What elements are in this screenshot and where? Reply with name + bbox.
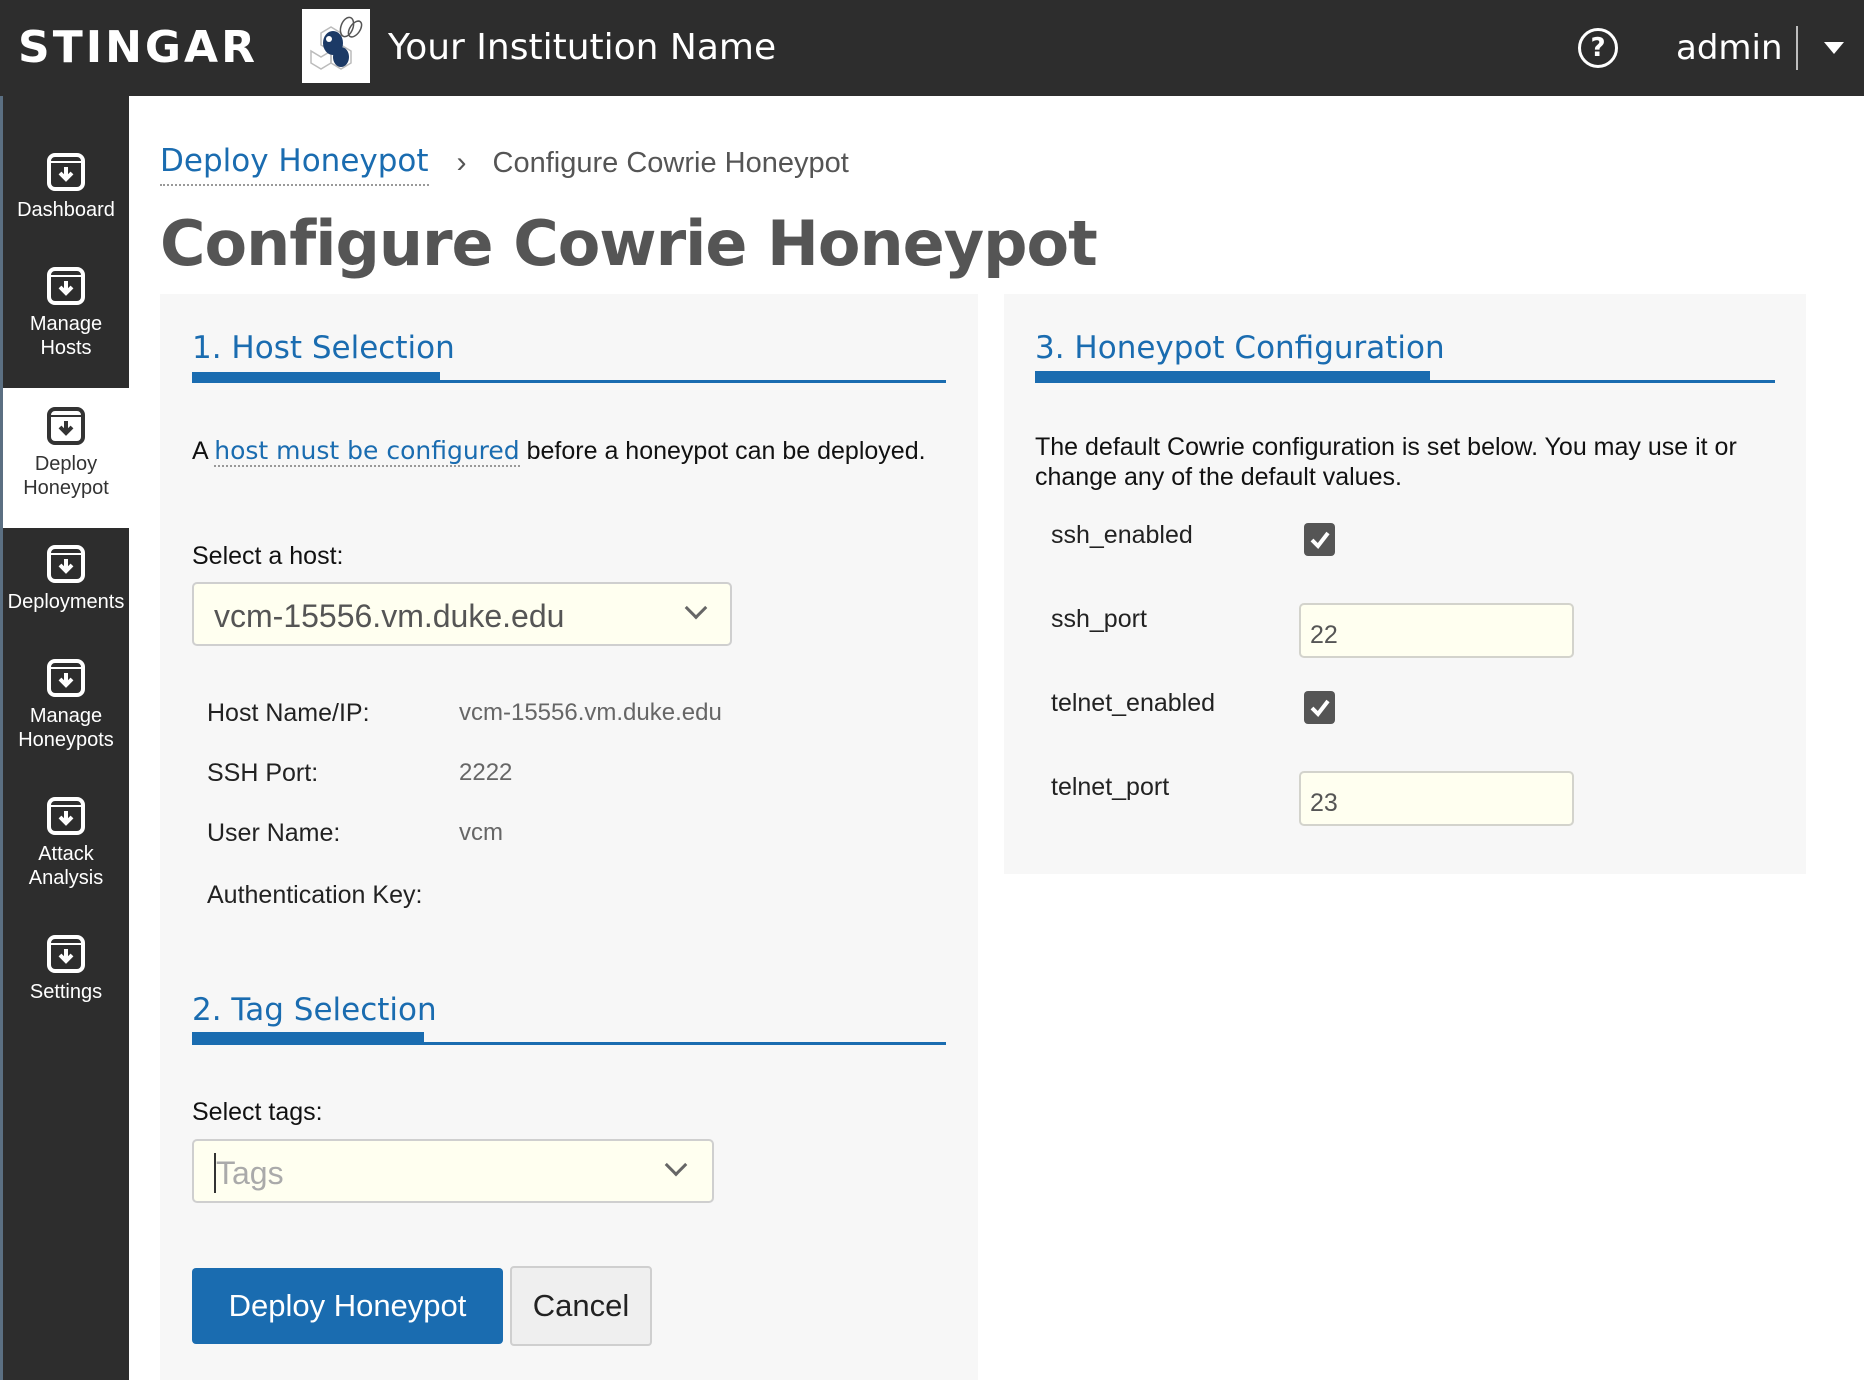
sidebar-nav: Dashboard Manage Hosts Deploy Honeypot D…	[0, 96, 129, 1380]
sidebar-item-label: Manage Hosts	[29, 313, 103, 359]
telnet-enabled-checkbox[interactable]	[1304, 691, 1335, 724]
institution-name: Your Institution Name	[388, 27, 777, 68]
select-host-label: Select a host:	[192, 542, 344, 570]
archive-download-icon	[47, 267, 85, 305]
sidebar-item-label: Settings	[29, 981, 103, 1003]
sidebar-item-label: Dashboard	[17, 199, 115, 221]
sidebar-item-deployments[interactable]: Deployments	[3, 544, 129, 624]
select-tags-label: Select tags:	[192, 1098, 323, 1126]
archive-download-icon	[47, 407, 85, 445]
sidebar-item-deploy-honeypot[interactable]: Deploy Honeypot	[3, 388, 129, 528]
deploy-honeypot-button[interactable]: Deploy Honeypot	[192, 1268, 503, 1344]
sidebar-item-manage-hosts[interactable]: Manage Hosts	[3, 266, 129, 376]
checkmark-icon	[1310, 699, 1330, 717]
host-selection-heading: 1. Host Selection	[192, 330, 455, 366]
sidebar-item-label: Manage Honeypots	[18, 705, 114, 751]
checkmark-icon	[1310, 531, 1330, 549]
tag-selection-heading: 2. Tag Selection	[192, 992, 437, 1028]
sidebar-item-label: Attack Analysis	[28, 843, 104, 889]
brand-logo-text[interactable]: STINGAR	[18, 24, 258, 72]
config-field-label: telnet_port	[1051, 773, 1170, 801]
sidebar-item-dashboard[interactable]: Dashboard	[3, 152, 129, 232]
top-navbar: STINGAR Your Institution Name ? admin	[0, 0, 1864, 96]
archive-download-icon	[47, 659, 85, 697]
ssh-port-input[interactable]	[1299, 603, 1574, 658]
breadcrumb: Deploy Honeypot › Configure Cowrie Honey…	[160, 140, 849, 186]
archive-download-icon	[47, 545, 85, 583]
archive-download-icon	[47, 935, 85, 973]
sidebar-item-manage-honeypots[interactable]: Manage Honeypots	[3, 658, 129, 768]
detail-label: SSH Port:	[207, 759, 319, 787]
detail-value: vcm	[459, 819, 503, 846]
host-notice: A host must be configured before a honey…	[192, 436, 926, 467]
help-question-icon[interactable]: ?	[1578, 28, 1618, 68]
notice-suffix: before a honeypot can be deployed.	[526, 437, 926, 465]
user-menu-name[interactable]: admin	[1676, 26, 1783, 70]
detail-label: Authentication Key:	[207, 881, 423, 909]
honeypot-config-heading: 3. Honeypot Configuration	[1035, 330, 1445, 366]
chevron-down-icon	[684, 596, 708, 620]
caret-down-icon[interactable]	[1824, 42, 1844, 54]
archive-download-icon	[47, 153, 85, 191]
chevron-right-icon: ›	[456, 146, 467, 179]
config-field-label: ssh_port	[1051, 605, 1147, 633]
tags-select-placeholder: Tags	[214, 1153, 284, 1193]
section-divider	[1035, 380, 1775, 383]
host-select-value: vcm-15556.vm.duke.edu	[214, 598, 565, 634]
chevron-down-icon	[664, 1153, 688, 1177]
section-divider	[192, 380, 946, 383]
hornet-logo-icon	[302, 9, 370, 83]
page-title: Configure Cowrie Honeypot	[160, 207, 1098, 280]
ssh-enabled-checkbox[interactable]	[1304, 523, 1335, 556]
config-field-label: telnet_enabled	[1051, 689, 1216, 717]
cancel-button[interactable]: Cancel	[510, 1266, 652, 1346]
detail-label: Host Name/IP:	[207, 699, 370, 727]
breadcrumb-link-deploy-honeypot[interactable]: Deploy Honeypot	[160, 140, 429, 186]
archive-download-icon	[47, 797, 85, 835]
detail-value: vcm-15556.vm.duke.edu	[459, 699, 722, 726]
sidebar-item-label: Deploy Honeypot	[23, 453, 109, 499]
breadcrumb-current: Configure Cowrie Honeypot	[492, 147, 849, 179]
host-select[interactable]: vcm-15556.vm.duke.edu	[192, 582, 732, 646]
host-configure-link[interactable]: host must be configured	[214, 436, 520, 467]
config-field-label: ssh_enabled	[1051, 521, 1193, 549]
sidebar-item-label: Deployments	[7, 591, 125, 613]
user-menu-divider	[1796, 26, 1798, 70]
detail-value: 2222	[459, 759, 513, 786]
detail-label: User Name:	[207, 819, 341, 847]
telnet-port-input[interactable]	[1299, 771, 1574, 826]
config-description: The default Cowrie configuration is set …	[1035, 433, 1737, 491]
notice-prefix: A	[192, 437, 208, 465]
sidebar-item-settings[interactable]: Settings	[3, 934, 129, 1014]
sidebar-item-attack-analysis[interactable]: Attack Analysis	[3, 796, 129, 906]
tags-select[interactable]: Tags	[192, 1139, 714, 1203]
section-divider	[192, 1042, 946, 1045]
